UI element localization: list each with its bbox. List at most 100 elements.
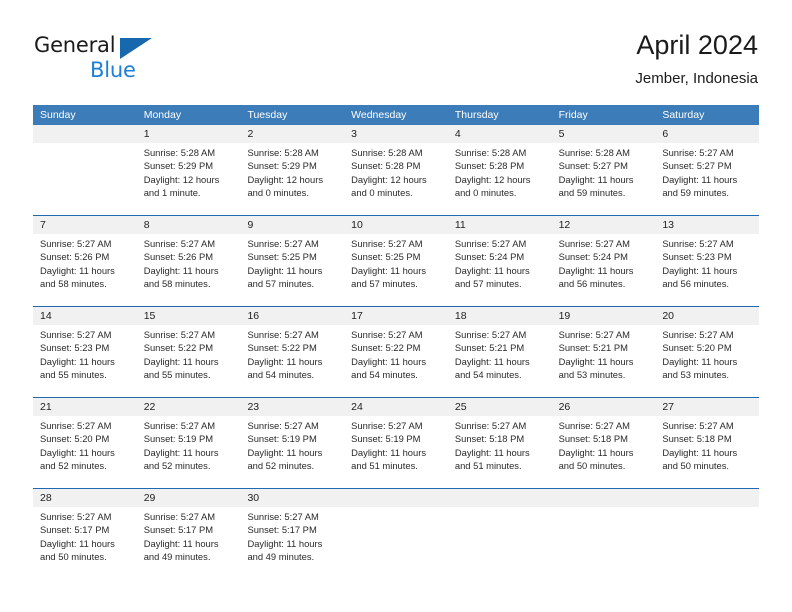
daylight-text-cont: and 49 minutes.: [247, 550, 315, 562]
day-cell[interactable]: Sunrise: 5:27 AM Sunset: 5:18 PM Daylight:…: [448, 416, 552, 488]
sunrise-text: Sunrise: 5:28 AM: [558, 147, 630, 158]
day-cell[interactable]: Sunrise: 5:27 AM Sunset: 5:19 PM Daylight:…: [344, 416, 448, 488]
daylight-text: Daylight: 11 hours: [40, 446, 115, 458]
sunrise-text: Sunrise: 5:27 AM: [351, 329, 423, 340]
day-number[interactable]: 6: [655, 125, 759, 143]
day-cell[interactable]: Sunrise: 5:27 AM Sunset: 5:22 PM Daylight:…: [344, 325, 448, 397]
daylight-text-cont: and 56 minutes.: [662, 277, 730, 289]
weekday-header-friday: Friday: [558, 109, 588, 121]
weekday-header-thursday: Thursday: [454, 109, 499, 121]
daylight-text: Daylight: 11 hours: [662, 264, 738, 276]
day-number[interactable]: 25: [448, 398, 552, 416]
day-number[interactable]: 9: [240, 216, 344, 234]
day-number[interactable]: 18: [448, 307, 552, 325]
weekday-header-row: Sunday Monday Tuesday Wednesday Thursday…: [33, 105, 759, 125]
day-cell[interactable]: Sunrise: 5:27 AM Sunset: 5:26 PM Daylight:…: [137, 234, 241, 306]
day-number[interactable]: 3: [344, 125, 448, 143]
daylight-text: Daylight: 11 hours: [351, 264, 427, 276]
daylight-text: Daylight: 11 hours: [247, 264, 323, 276]
sunrise-text: Sunrise: 5:27 AM: [454, 420, 527, 431]
day-cell[interactable]: Sunrise: 5:27 AM Sunset: 5:24 PM Daylight:…: [552, 234, 656, 306]
day-cell[interactable]: Sunrise: 5:27 AM Sunset: 5:21 PM Daylight:…: [552, 325, 656, 397]
day-number[interactable]: 28: [33, 489, 137, 507]
sunset-text: Sunset: 5:27 PM: [558, 160, 628, 172]
sunset-text: Sunset: 5:28 PM: [454, 160, 525, 172]
day-cell[interactable]: Sunrise: 5:27 AM Sunset: 5:19 PM Daylight:…: [137, 416, 241, 488]
day-number[interactable]: 12: [552, 216, 656, 234]
day-cell[interactable]: Sunrise: 5:28 AM Sunset: 5:29 PM Daylight:…: [137, 143, 241, 215]
day-number[interactable]: 10: [344, 216, 448, 234]
sunset-text: Sunset: 5:29 PM: [143, 160, 214, 172]
day-number[interactable]: 24: [344, 398, 448, 416]
day-number[interactable]: 27: [655, 398, 759, 416]
day-number[interactable]: 11: [448, 216, 552, 234]
week-row: 28 29 30 Sunrise: 5:27 AM Sunset: 5:17 PM Day…: [33, 488, 759, 579]
day-cell[interactable]: Sunrise: 5:28 AM Sunset: 5:29 PM Daylight:…: [240, 143, 344, 215]
day-number[interactable]: 17: [344, 307, 448, 325]
day-cell[interactable]: Sunrise: 5:27 AM Sunset: 5:23 PM Daylight:…: [655, 234, 759, 306]
day-cell[interactable]: Sunrise: 5:27 AM Sunset: 5:25 PM Daylight:…: [344, 234, 448, 306]
sunrise-text: Sunrise: 5:27 AM: [40, 329, 112, 340]
day-number[interactable]: 19: [552, 307, 656, 325]
day-number[interactable]: 1: [137, 125, 241, 143]
daylight-text: Daylight: 11 hours: [247, 355, 323, 367]
sunrise-text: Sunrise: 5:27 AM: [247, 420, 319, 431]
day-number[interactable]: 5: [552, 125, 656, 143]
day-cell[interactable]: Sunrise: 5:27 AM Sunset: 5:19 PM Daylight:…: [240, 416, 344, 488]
daylight-text: Daylight: 11 hours: [143, 537, 219, 549]
page-header: General Blue April 2024 Jember, Indonesi…: [0, 0, 792, 104]
day-cell[interactable]: Sunrise: 5:28 AM Sunset: 5:28 PM Daylight:…: [344, 143, 448, 215]
day-number[interactable]: 30: [240, 489, 344, 507]
daylight-text-cont: and 54 minutes.: [454, 368, 522, 380]
daylight-text-cont: and 58 minutes.: [143, 277, 211, 289]
day-cell[interactable]: Sunrise: 5:27 AM Sunset: 5:17 PM Daylight:…: [33, 507, 137, 579]
daylight-text: Daylight: 11 hours: [40, 537, 115, 549]
day-number[interactable]: 26: [552, 398, 656, 416]
sunrise-text: Sunrise: 5:27 AM: [40, 511, 112, 522]
day-cell[interactable]: Sunrise: 5:27 AM Sunset: 5:22 PM Daylight:…: [137, 325, 241, 397]
brand-logo[interactable]: General Blue: [34, 32, 164, 84]
day-cell[interactable]: Sunrise: 5:27 AM Sunset: 5:17 PM Daylight:…: [137, 507, 241, 579]
day-cell[interactable]: Sunrise: 5:27 AM Sunset: 5:22 PM Daylight:…: [240, 325, 344, 397]
sunrise-text: Sunrise: 5:27 AM: [40, 238, 112, 249]
day-number[interactable]: 23: [240, 398, 344, 416]
sunset-text: Sunset: 5:19 PM: [247, 433, 317, 445]
day-number-row: 21 22 23 24 25 26 27: [33, 398, 759, 416]
sunset-text: Sunset: 5:17 PM: [40, 524, 110, 536]
daylight-text-cont: and 57 minutes.: [351, 277, 418, 289]
sunrise-text: Sunrise: 5:27 AM: [558, 329, 630, 340]
day-cell[interactable]: Sunrise: 5:27 AM Sunset: 5:25 PM Daylight:…: [240, 234, 344, 306]
day-number[interactable]: 7: [33, 216, 137, 234]
day-number[interactable]: 20: [655, 307, 759, 325]
daylight-text-cont: and 53 minutes.: [662, 368, 730, 380]
day-number[interactable]: 22: [137, 398, 241, 416]
sunrise-text: Sunrise: 5:27 AM: [247, 511, 319, 522]
sunset-text: Sunset: 5:20 PM: [662, 342, 732, 354]
day-number[interactable]: 29: [137, 489, 241, 507]
day-cell[interactable]: Sunrise: 5:28 AM Sunset: 5:28 PM Daylight:…: [448, 143, 552, 215]
day-number[interactable]: 16: [240, 307, 344, 325]
sunrise-text: Sunrise: 5:27 AM: [454, 329, 527, 340]
day-cell[interactable]: Sunrise: 5:27 AM Sunset: 5:18 PM Daylight:…: [552, 416, 656, 488]
day-cell[interactable]: Sunrise: 5:27 AM Sunset: 5:24 PM Daylight:…: [448, 234, 552, 306]
day-cell[interactable]: Sunrise: 5:27 AM Sunset: 5:17 PM Daylight:…: [240, 507, 344, 579]
daylight-text: Daylight: 11 hours: [558, 355, 634, 367]
day-cell[interactable]: Sunrise: 5:27 AM Sunset: 5:20 PM Daylight:…: [655, 325, 759, 397]
sunset-text: Sunset: 5:22 PM: [247, 342, 317, 354]
day-number[interactable]: 21: [33, 398, 137, 416]
day-cell[interactable]: Sunrise: 5:28 AM Sunset: 5:27 PM Daylight:…: [552, 143, 656, 215]
day-cell[interactable]: Sunrise: 5:27 AM Sunset: 5:21 PM Daylight:…: [448, 325, 552, 397]
day-number[interactable]: 2: [240, 125, 344, 143]
day-number[interactable]: 15: [137, 307, 241, 325]
day-number[interactable]: 8: [137, 216, 241, 234]
day-cell[interactable]: Sunrise: 5:27 AM Sunset: 5:18 PM Daylight:…: [655, 416, 759, 488]
weekday-header-saturday: Saturday: [662, 109, 705, 121]
day-cell[interactable]: Sunrise: 5:27 AM Sunset: 5:20 PM Daylight:…: [33, 416, 137, 488]
daylight-text: Daylight: 12 hours: [247, 173, 324, 185]
day-number[interactable]: 13: [655, 216, 759, 234]
day-cell[interactable]: Sunrise: 5:27 AM Sunset: 5:23 PM Daylight:…: [33, 325, 137, 397]
day-number[interactable]: 14: [33, 307, 137, 325]
day-cell[interactable]: Sunrise: 5:27 AM Sunset: 5:27 PM Daylight:…: [655, 143, 759, 215]
day-cell[interactable]: Sunrise: 5:27 AM Sunset: 5:26 PM Daylight:…: [33, 234, 137, 306]
day-number[interactable]: 4: [448, 125, 552, 143]
